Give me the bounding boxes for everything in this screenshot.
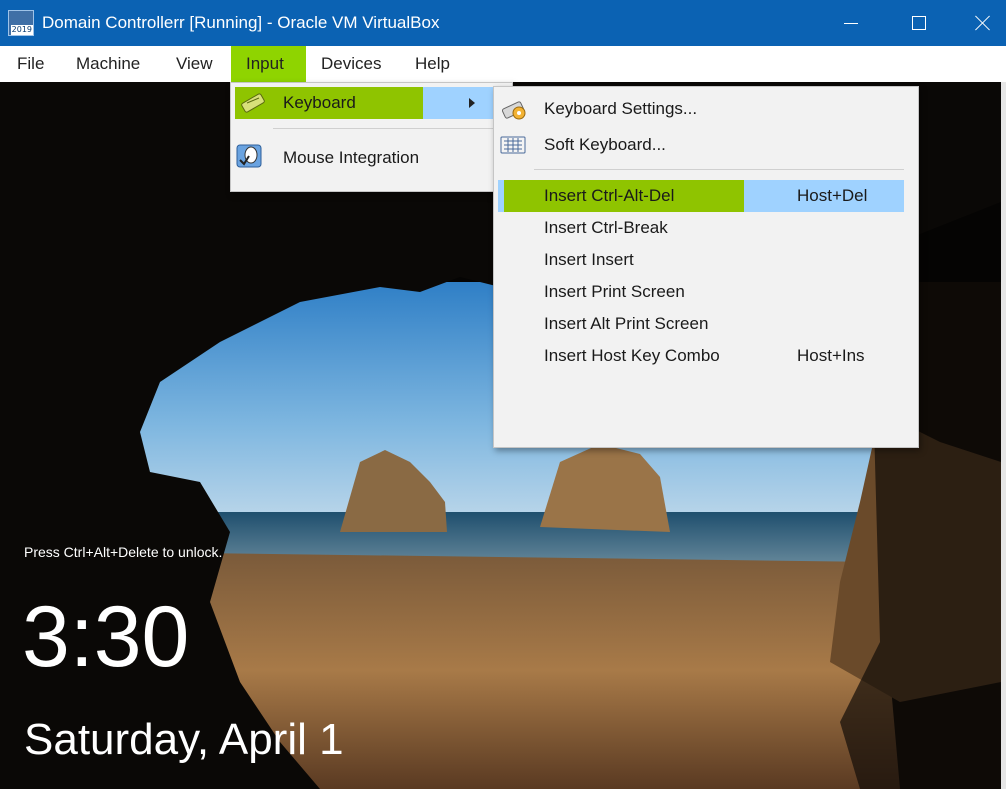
- keyboard-settings-icon: [501, 101, 526, 120]
- menu-item-insert-host-key-combo-label: Insert Host Key Combo: [544, 346, 720, 365]
- window-title: Domain Controllerr [Running] - Oracle VM…: [42, 13, 440, 32]
- maximize-button[interactable]: [896, 0, 942, 46]
- menu-bar: File Machine View Input Devices Help: [0, 46, 1006, 82]
- input-menu: Keyboard Mouse Integration: [230, 82, 513, 192]
- unlock-hint: Press Ctrl+Alt+Delete to unlock.: [24, 544, 223, 560]
- lock-screen-date: Saturday, April 1: [24, 715, 344, 764]
- menu-item-mouse-integration[interactable]: Mouse Integration: [231, 142, 512, 174]
- close-button[interactable]: [960, 0, 1006, 46]
- menu-item-insert-ctrl-alt-del-label: Insert Ctrl-Alt-Del: [544, 186, 675, 205]
- vertical-scrollbar[interactable]: [1001, 82, 1006, 789]
- menu-item-insert-ctrl-alt-del[interactable]: Insert Ctrl-Alt-Del Host+Del: [494, 180, 918, 212]
- menu-item-mouse-integration-label: Mouse Integration: [283, 148, 420, 167]
- menu-separator: [273, 128, 494, 129]
- menu-input[interactable]: Input: [231, 46, 306, 82]
- minimize-button[interactable]: [828, 0, 874, 46]
- lock-screen-time: 3:30: [22, 589, 190, 685]
- menu-help[interactable]: Help: [405, 46, 471, 82]
- menu-item-insert-alt-print-screen-label: Insert Alt Print Screen: [544, 314, 709, 333]
- menu-item-keyboard-settings[interactable]: Keyboard Settings...: [494, 93, 918, 125]
- menu-devices[interactable]: Devices: [312, 46, 399, 82]
- menu-item-keyboard-settings-label: Keyboard Settings...: [544, 99, 698, 118]
- menu-item-keyboard[interactable]: Keyboard: [231, 87, 512, 119]
- virtualbox-vm-icon[interactable]: 2019: [8, 10, 34, 36]
- maximize-icon: [912, 16, 926, 30]
- soft-keyboard-icon: [500, 136, 526, 154]
- mouse-integration-icon: [236, 144, 262, 168]
- minimize-icon: [844, 22, 858, 24]
- menu-item-insert-ctrl-break-label: Insert Ctrl-Break: [544, 218, 668, 237]
- submenu-arrow-icon: [469, 98, 475, 108]
- menu-item-soft-keyboard[interactable]: Soft Keyboard...: [494, 129, 918, 161]
- vm-icon-badge: 2019: [10, 25, 33, 35]
- shortcut-host-del: Host+Del: [797, 186, 868, 205]
- shortcut-host-ins: Host+Ins: [797, 346, 865, 365]
- menu-item-soft-keyboard-label: Soft Keyboard...: [544, 135, 666, 154]
- menu-item-insert-ctrl-break[interactable]: Insert Ctrl-Break: [494, 212, 918, 244]
- menu-item-insert-alt-print-screen[interactable]: Insert Alt Print Screen: [494, 308, 918, 340]
- keyboard-icon: [241, 93, 265, 113]
- menu-item-insert-print-screen-label: Insert Print Screen: [544, 282, 685, 301]
- keyboard-submenu: Keyboard Settings... Soft Keyboard... In…: [493, 86, 919, 448]
- menu-view[interactable]: View: [167, 46, 232, 82]
- menu-item-insert-host-key-combo[interactable]: Insert Host Key Combo Host+Ins: [494, 340, 918, 372]
- menu-item-keyboard-label: Keyboard: [283, 93, 356, 112]
- menu-item-insert-insert[interactable]: Insert Insert: [494, 244, 918, 276]
- title-bar[interactable]: 2019 Domain Controllerr [Running] - Orac…: [0, 0, 1006, 46]
- menu-separator: [534, 169, 904, 170]
- close-icon: [975, 15, 991, 31]
- menu-file[interactable]: File: [9, 46, 61, 82]
- menu-item-insert-insert-label: Insert Insert: [544, 250, 634, 269]
- menu-item-insert-print-screen[interactable]: Insert Print Screen: [494, 276, 918, 308]
- menu-machine[interactable]: Machine: [68, 46, 158, 82]
